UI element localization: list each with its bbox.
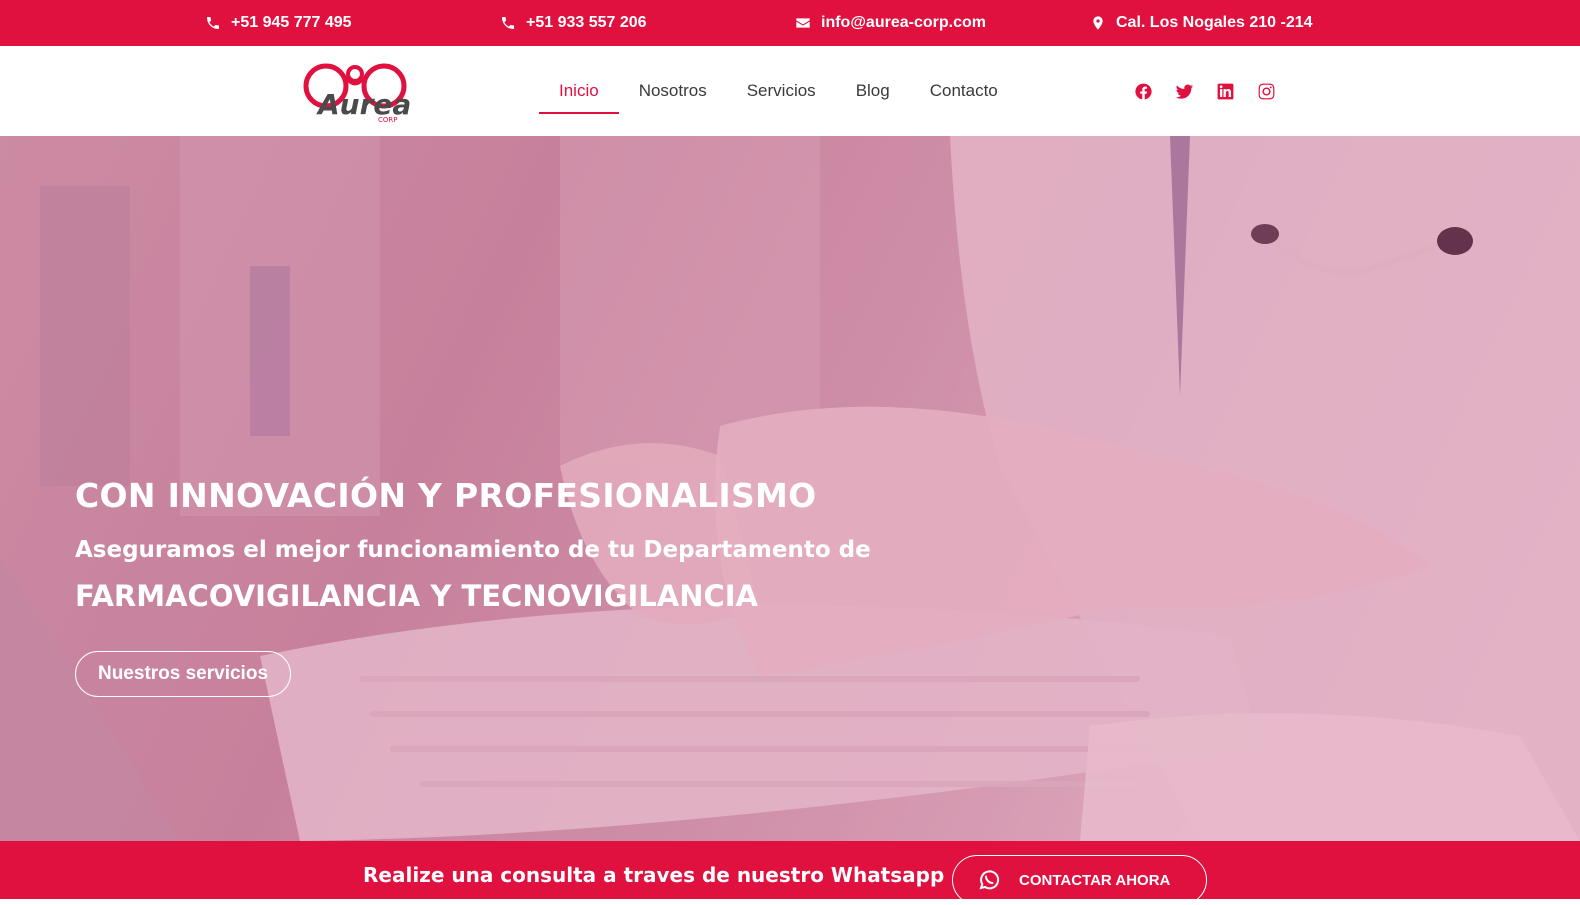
aurea-logo[interactable]: Aurea CORP	[302, 58, 411, 124]
email-text: info@aurea-corp.com	[821, 14, 986, 31]
address[interactable]: Cal. Los Nogales 210 -214	[1090, 0, 1313, 46]
nav-contacto[interactable]: Contacto	[910, 46, 1018, 136]
main-header: Aurea CORP Inicio Nosotros Servicios Blo…	[0, 46, 1580, 136]
phone-1[interactable]: +51 945 777 495	[205, 0, 352, 46]
hero-subtitle: Aseguramos el mejor funcionamiento de tu…	[75, 537, 871, 563]
phone-icon	[502, 17, 514, 29]
logo-subtext: CORP	[378, 116, 397, 124]
top-contact-bar: +51 945 777 495 +51 933 557 206 info@aur…	[0, 0, 1580, 46]
whatsapp-cta-text: Realize una consulta a traves de nuestro…	[363, 863, 945, 887]
map-pin-icon	[1093, 16, 1103, 30]
whatsapp-cta-bar: Realize una consulta a traves de nuestro…	[0, 841, 1580, 905]
social-links	[1134, 46, 1276, 136]
main-nav: Inicio Nosotros Servicios Blog Contacto	[539, 46, 1018, 136]
nuestros-servicios-button[interactable]: Nuestros servicios	[75, 651, 291, 697]
email-link[interactable]: info@aurea-corp.com	[795, 0, 986, 46]
hero-content: CON INNOVACIÓN Y PROFESIONALISMO Asegura…	[75, 476, 871, 697]
phone-1-text: +51 945 777 495	[231, 14, 352, 31]
hero-banner: CON INNOVACIÓN Y PROFESIONALISMO Asegura…	[0, 136, 1580, 841]
aurea-logo-mark: Aurea CORP	[303, 63, 411, 124]
linkedin-icon[interactable]	[1216, 82, 1235, 101]
phone-icon	[207, 17, 219, 29]
twitter-icon[interactable]	[1175, 82, 1194, 101]
instagram-icon[interactable]	[1257, 82, 1276, 101]
hero-title: CON INNOVACIÓN Y PROFESIONALISMO	[75, 476, 817, 515]
nav-inicio[interactable]: Inicio	[539, 46, 619, 136]
nav-blog[interactable]: Blog	[836, 46, 910, 136]
phone-2-text: +51 933 557 206	[526, 14, 647, 31]
envelope-icon	[796, 18, 810, 28]
whatsapp-icon	[979, 870, 1000, 890]
contactar-ahora-label: CONTACTAR AHORA	[1019, 871, 1171, 889]
nav-nosotros[interactable]: Nosotros	[619, 46, 727, 136]
nav-servicios[interactable]: Servicios	[727, 46, 836, 136]
address-text: Cal. Los Nogales 210 -214	[1116, 14, 1313, 31]
facebook-icon[interactable]	[1134, 82, 1153, 101]
phone-2[interactable]: +51 933 557 206	[500, 0, 647, 46]
contactar-ahora-button[interactable]: CONTACTAR AHORA	[952, 855, 1207, 905]
hero-title-2: FARMACOVIGILANCIA Y TECNOVIGILANCIA	[75, 579, 759, 613]
